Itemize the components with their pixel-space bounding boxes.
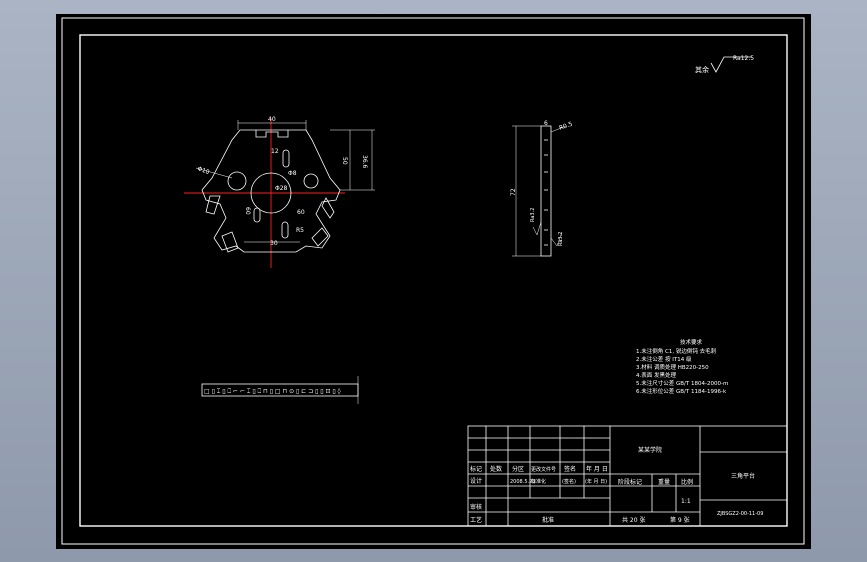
header-date: 年 月 日 <box>586 465 608 473</box>
date-label: (年 月 日) <box>585 478 607 485</box>
dim-angle-a: 60 <box>244 207 251 215</box>
part-name: 三角平台 <box>731 472 755 480</box>
note-4: 4.表面 发黑处理 <box>636 371 676 379</box>
approve-label: 批准 <box>542 516 554 524</box>
dim-radius: R5 <box>296 227 304 234</box>
drawing-number: ZJBSGZ2-00-11-09 <box>717 511 763 517</box>
note-1: 1.未注倒角 C1, 锐边倒钝 去毛刺 <box>636 347 717 355</box>
school-name: 某某学院 <box>638 446 662 454</box>
header-change-doc: 更改文件号 <box>531 466 556 473</box>
design-label: 设计 <box>470 477 482 485</box>
dim-side-length: 72 <box>510 188 517 196</box>
note-6: 6.未注形位公差 GB/T 1184-1996-k <box>636 387 727 395</box>
notes-title: 技术要求 <box>680 338 703 346</box>
drawing-background <box>56 14 811 549</box>
note-5: 5.未注尺寸公差 GB/T 1804-2000-m <box>636 379 728 387</box>
note-3: 3.材料 调质处理 HB220-250 <box>636 363 709 371</box>
dim-height: 50 <box>341 157 348 165</box>
dim-bore: Φ28 <box>275 185 288 192</box>
weight-label: 重量 <box>658 478 670 486</box>
check-label: 审核 <box>470 503 482 511</box>
note-2: 2.未注公差 按 IT14 级 <box>636 355 692 363</box>
header-zone: 分区 <box>512 465 524 473</box>
header-signature: 签名 <box>564 465 576 473</box>
dim-width-top: 40 <box>268 116 276 123</box>
sign-label: (签名) <box>562 478 576 485</box>
header-count: 处数 <box>490 465 502 473</box>
scale-value: 1:1 <box>681 498 691 505</box>
dim-hole-b: Φ8 <box>288 170 297 177</box>
roughness-value: Ra12.5 <box>733 55 754 62</box>
stage-label: 阶段标记 <box>618 478 642 486</box>
strip-text: □ ▯ ⌶ ▯ ⎕ ⌐ ⌐ ⌶ ▯ ⎕ ⊓ ▯ □ ⊓ ⊙ ▯ ⊏ ⊐ ▯ ▯ … <box>204 388 341 395</box>
sheets-total: 共 20 张 <box>622 516 645 524</box>
scale-label: 比例 <box>681 478 693 486</box>
dim-height-total: 36.6 <box>361 155 368 169</box>
sheet-number: 第 9 张 <box>670 516 690 524</box>
cad-drawing-viewport: 其余 Ra12.5 40 50 36.6 12 Φ28 Φ10 Φ8 60 60… <box>56 14 811 549</box>
dim-bottom: 30 <box>270 240 278 247</box>
dim-angle-b: 60 <box>297 209 305 216</box>
process-label: 工艺 <box>470 516 482 524</box>
header-mark: 标记 <box>470 465 482 473</box>
dim-side-roughness-a: Ra3.2 <box>530 208 536 222</box>
roughness-prefix: 其余 <box>695 65 709 74</box>
dim-slot-small: 12 <box>271 148 279 155</box>
dim-side-roughness-b: Ra3.2 <box>558 232 564 246</box>
standard-label: 标准化 <box>531 478 546 485</box>
dim-side-thickness: 6 <box>544 120 548 127</box>
